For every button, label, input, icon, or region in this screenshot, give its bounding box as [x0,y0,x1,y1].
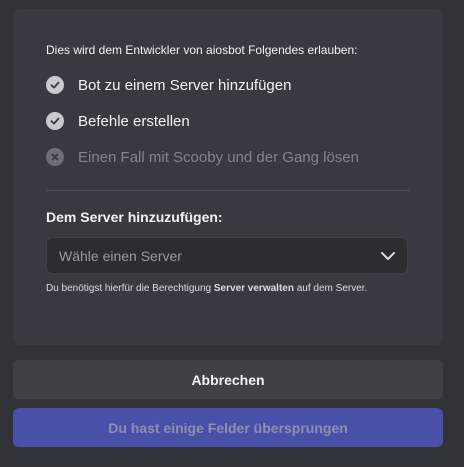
cross-icon [46,148,64,166]
divider [46,190,410,191]
permission-help-text: Du benötigst hierfür die Berechtigung Se… [46,281,386,296]
check-icon [46,112,64,130]
permission-create-commands: Befehle erstellen [46,111,190,131]
help-permission-name: Server verwalten [213,283,294,294]
chevron-down-icon [379,247,397,265]
cancel-button[interactable]: Abbrechen [13,360,443,399]
permission-scooby: Einen Fall mit Scooby und der Gang lösen [46,147,359,167]
permission-label: Befehle erstellen [78,112,190,130]
help-prefix: Du benötigst hierfür die Berechtigung [46,283,214,294]
help-suffix: auf dem Server. [293,283,368,294]
permission-add-bot: Bot zu einem Server hinzufügen [46,75,291,95]
server-select[interactable]: Wähle einen Server [46,237,408,274]
authorization-intro: Dies wird dem Entwickler von aiosbot Fol… [46,43,358,57]
authorization-card: Dies wird dem Entwickler von aiosbot Fol… [13,9,443,345]
server-section-title: Dem Server hinzuzufügen: [46,209,223,225]
permission-label: Bot zu einem Server hinzufügen [78,76,292,94]
check-icon [46,76,64,94]
server-select-placeholder: Wähle einen Server [59,248,182,264]
authorize-button[interactable]: Du hast einige Felder übersprungen [13,408,443,447]
permission-label: Einen Fall mit Scooby und der Gang lösen [78,148,359,166]
